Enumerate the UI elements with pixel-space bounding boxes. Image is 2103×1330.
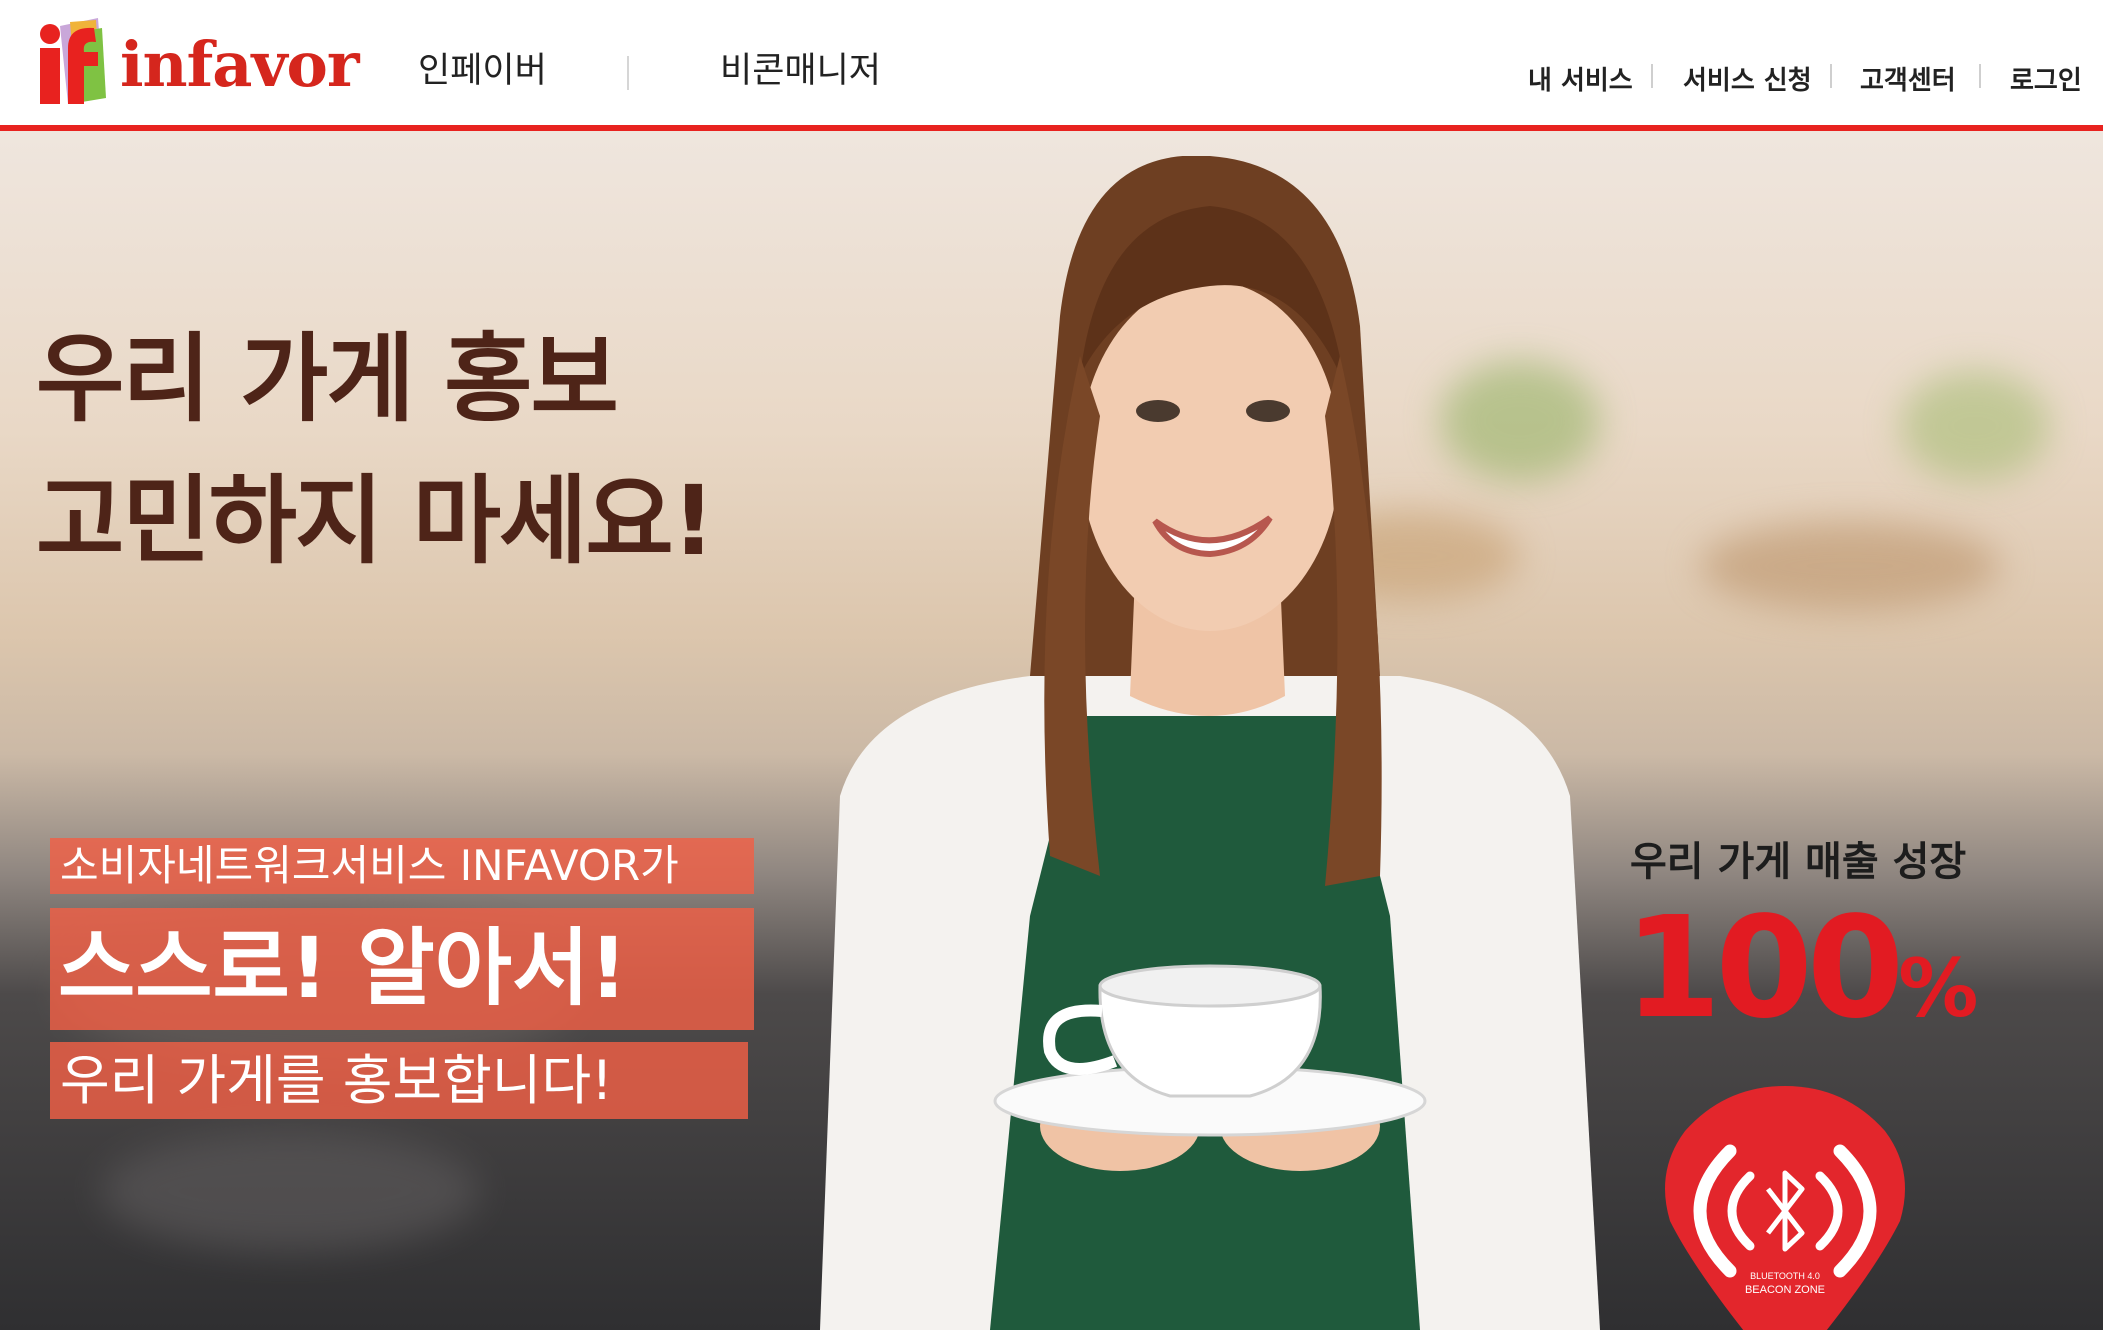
sales-growth-unit: %	[1898, 942, 1979, 1035]
site-header: infavor 인페이버 비콘매니저 내 서비스 서비스 신청 고객센터 로그인	[0, 0, 2103, 125]
bluetooth-beacon-pin-icon: BLUETOOTH 4.0 BEACON ZONE	[1665, 1086, 1905, 1330]
nav-divider	[627, 56, 629, 90]
sales-growth-number: 100	[1624, 887, 1904, 1050]
beacon-caption-line-2: BEACON ZONE	[1745, 1284, 1825, 1296]
util-link-my-services[interactable]: 내 서비스	[1528, 60, 1633, 97]
barista-woman-image	[820, 156, 1600, 1330]
hero-headline-line-2: 고민하지 마세요!	[36, 465, 715, 577]
background-bokeh	[1900, 371, 2050, 481]
brand-logo[interactable]: infavor	[38, 14, 360, 109]
util-divider	[1830, 64, 1832, 88]
promo-line-2: 스스로! 알아서!	[50, 908, 754, 1030]
sales-growth-label: 우리 가게 매출 성장	[1630, 839, 1967, 885]
brand-logo-mark-icon	[40, 18, 106, 105]
promo-line-1: 소비자네트워크서비스 INFAVOR가	[50, 838, 754, 894]
util-link-service-apply[interactable]: 서비스 신청	[1683, 60, 1812, 97]
beacon-caption-line-1: BLUETOOTH 4.0	[1750, 1271, 1820, 1281]
util-link-login[interactable]: 로그인	[2010, 60, 2082, 97]
nav-item-infavor[interactable]: 인페이버	[418, 42, 547, 93]
util-link-customer-center[interactable]: 고객센터	[1860, 60, 1956, 97]
promo-line-3: 우리 가게를 홍보합니다!	[50, 1042, 748, 1119]
hero-headline-line-1: 우리 가게 홍보	[36, 323, 619, 435]
background-bokeh	[100, 1131, 480, 1251]
util-divider	[1651, 64, 1653, 88]
hero-banner: 우리 가게 홍보 고민하지 마세요! 소비자네트워크서비스 INFAVOR가 스…	[0, 131, 2103, 1330]
brand-wordmark: infavor	[120, 28, 360, 101]
sales-growth-value: 100%	[1624, 899, 1978, 1039]
util-divider	[1979, 64, 1981, 88]
background-bokeh	[1700, 521, 2000, 611]
nav-item-beacon-manager[interactable]: 비콘매니저	[720, 42, 881, 93]
